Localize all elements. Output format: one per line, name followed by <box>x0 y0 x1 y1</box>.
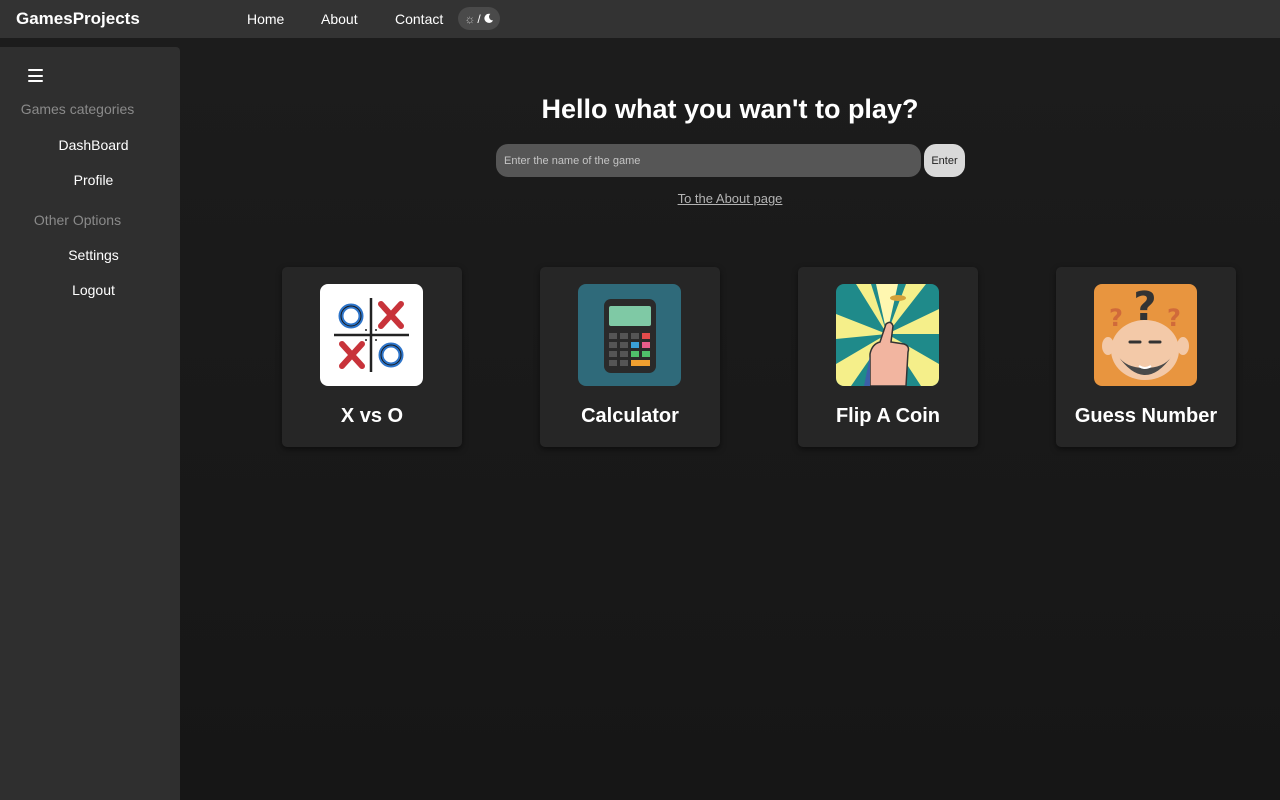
game-card-x-vs-o[interactable]: X vs O <box>282 267 462 447</box>
coin-flip-icon <box>836 284 939 386</box>
game-title: Calculator <box>581 405 679 427</box>
game-card-calculator[interactable]: Calculator <box>540 267 720 447</box>
brand-logo[interactable]: GamesProjects <box>16 9 140 29</box>
game-card-guess-number[interactable]: ? ? ? Guess Number <box>1056 267 1236 447</box>
game-title: Flip A Coin <box>835 405 941 427</box>
nav-home-link[interactable]: Home <box>247 11 284 27</box>
guess-number-icon: ? ? ? <box>1094 284 1197 386</box>
sidebar-item-settings[interactable]: Settings <box>0 247 187 263</box>
moon-icon <box>484 13 493 23</box>
sidebar-item-dashboard[interactable]: DashBoard <box>0 137 187 153</box>
game-card-flip-a-coin[interactable]: Flip A Coin <box>798 267 978 447</box>
page-title: Hello what you wan't to play? <box>541 94 919 124</box>
game-title: X vs O <box>340 405 404 427</box>
calculator-icon <box>578 284 681 386</box>
game-title: Guess Number <box>1074 405 1218 427</box>
hamburger-menu-icon[interactable] <box>28 69 43 82</box>
sidebar-heading-other-options: Other Options <box>33 212 122 228</box>
sidebar-heading-games-categories: Games categories <box>20 101 135 117</box>
top-navbar: GamesProjects Home About Contact ☼ / <box>0 0 1280 38</box>
svg-text:?: ? <box>1109 304 1123 332</box>
theme-separator: / <box>477 11 481 26</box>
main-content: Hello what you wan't to play? Enter To t… <box>180 38 1280 800</box>
theme-toggle-button[interactable]: ☼ / <box>458 7 500 30</box>
game-search-input[interactable] <box>496 144 921 177</box>
nav-contact-link[interactable]: Contact <box>395 11 443 27</box>
svg-text:?: ? <box>1167 304 1181 332</box>
about-page-link[interactable]: To the About page <box>180 191 1280 206</box>
sidebar: Games categories DashBoard Profile Other… <box>0 47 180 800</box>
enter-button[interactable]: Enter <box>924 144 965 177</box>
sidebar-item-logout[interactable]: Logout <box>0 282 187 298</box>
nav-about-link[interactable]: About <box>321 11 358 27</box>
tic-tac-toe-icon <box>320 284 423 386</box>
sidebar-item-profile[interactable]: Profile <box>0 172 187 188</box>
sun-icon: ☼ <box>464 11 476 26</box>
